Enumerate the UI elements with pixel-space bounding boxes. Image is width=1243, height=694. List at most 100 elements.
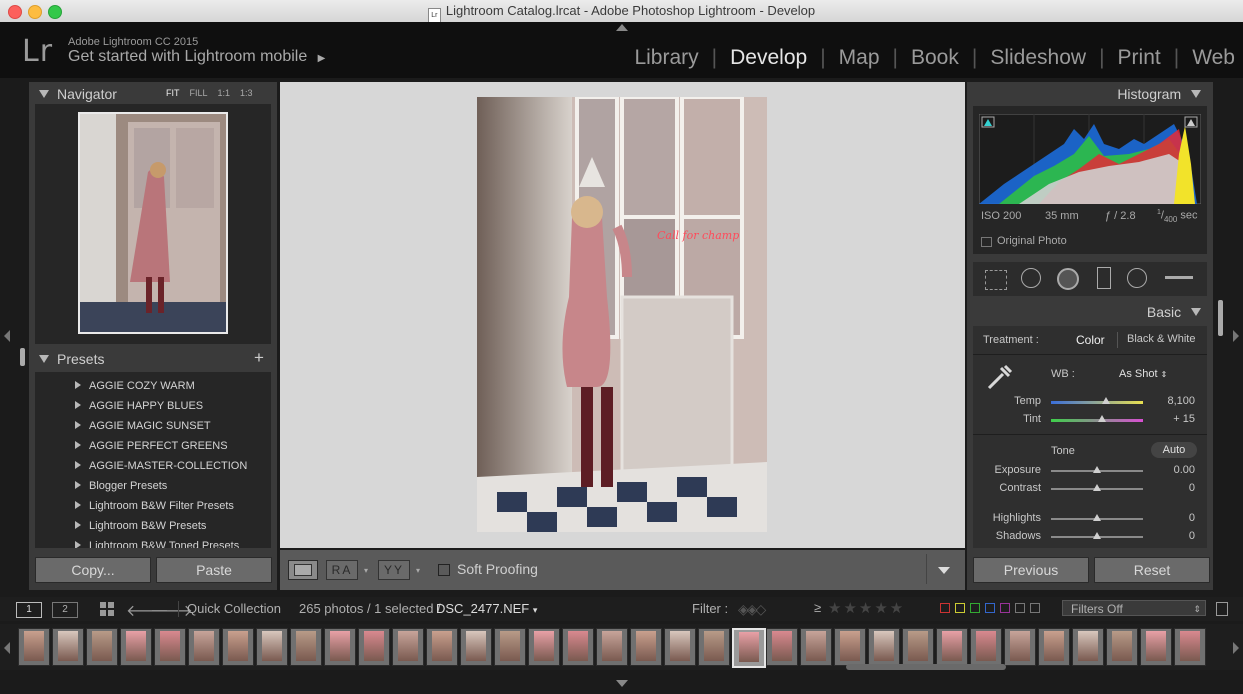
highlights-value[interactable]: 0: [1145, 512, 1195, 524]
filmstrip-thumbnail[interactable]: [528, 628, 560, 666]
histogram-header[interactable]: Histogram: [1117, 86, 1201, 102]
filmstrip-thumbnail[interactable]: [664, 628, 696, 666]
filmstrip-thumbnail[interactable]: [834, 628, 866, 666]
filmstrip-thumbnail[interactable]: [902, 628, 934, 666]
filmstrip-thumbnail[interactable]: [732, 628, 766, 668]
rating-operator[interactable]: ≥: [814, 600, 821, 615]
main-photo[interactable]: Call for champ: [477, 97, 767, 532]
filmstrip-thumbnail[interactable]: [324, 628, 356, 666]
original-photo-checkbox[interactable]: [981, 237, 992, 247]
tint-slider-thumb[interactable]: [1097, 415, 1106, 422]
preset-folder[interactable]: AGGIE-MASTER-COLLECTION: [35, 456, 271, 476]
exposure-slider[interactable]: [1051, 466, 1143, 473]
contrast-value[interactable]: 0: [1145, 482, 1195, 494]
contrast-slider-thumb[interactable]: [1093, 484, 1101, 491]
collapse-right-icon[interactable]: [1233, 642, 1239, 654]
preset-folder[interactable]: AGGIE COZY WARM: [35, 376, 271, 396]
toolbar-menu-button[interactable]: [926, 554, 961, 584]
preset-folder[interactable]: AGGIE PERFECT GREENS: [35, 436, 271, 456]
highlights-slider[interactable]: [1051, 514, 1143, 521]
filmstrip-thumbnail[interactable]: [698, 628, 730, 666]
tint-slider[interactable]: [1051, 415, 1143, 422]
radial-filter-icon[interactable]: [1127, 268, 1147, 288]
before-after-left-right-button[interactable]: RA: [326, 560, 358, 580]
source-label[interactable]: Quick Collection: [187, 601, 281, 616]
filmstrip-thumbnail[interactable]: [1174, 628, 1206, 666]
module-develop[interactable]: Develop: [717, 46, 820, 70]
secondary-window-button[interactable]: 2: [52, 602, 78, 618]
copy-button[interactable]: Copy...: [35, 557, 151, 583]
collapse-left-icon[interactable]: [4, 642, 10, 654]
preset-folder[interactable]: Blogger Presets: [35, 476, 271, 496]
shadows-slider-thumb[interactable]: [1093, 532, 1101, 539]
filmstrip-thumbnail[interactable]: [630, 628, 662, 666]
before-after-top-bottom-button[interactable]: YY: [378, 560, 410, 580]
spot-removal-icon[interactable]: [1021, 268, 1041, 288]
loupe-view-icon[interactable]: [288, 560, 318, 580]
reset-button[interactable]: Reset: [1094, 557, 1210, 583]
filmstrip-thumbnail[interactable]: [460, 628, 492, 666]
filmstrip-thumbnail[interactable]: [52, 628, 84, 666]
right-scrollbar[interactable]: [1218, 300, 1223, 336]
mobile-link[interactable]: Get started with Lightroom mobile ▶: [68, 48, 325, 66]
filmstrip-thumbnail[interactable]: [86, 628, 118, 666]
flag-filter-icons[interactable]: ◈◈◇: [738, 601, 766, 618]
add-preset-icon[interactable]: +: [254, 348, 264, 368]
highlights-slider-thumb[interactable]: [1093, 514, 1101, 521]
filmstrip-thumbnail[interactable]: [188, 628, 220, 666]
filter-preset-select[interactable]: Filters Off ⇕: [1062, 600, 1206, 616]
filmstrip-thumbnail[interactable]: [1106, 628, 1138, 666]
navigator-thumbnail[interactable]: [78, 112, 228, 334]
filmstrip-thumbnail[interactable]: [358, 628, 390, 666]
temp-value[interactable]: 8,100: [1145, 395, 1195, 407]
temp-slider[interactable]: [1051, 397, 1143, 404]
collapse-right-icon[interactable]: [1233, 330, 1239, 342]
treatment-color-option[interactable]: Color: [1076, 333, 1105, 347]
previous-button[interactable]: Previous: [973, 557, 1089, 583]
rating-stars-filter[interactable]: ★★★★★: [828, 599, 905, 617]
color-label-filter[interactable]: [940, 603, 1040, 613]
module-print[interactable]: Print: [1105, 46, 1174, 70]
module-library[interactable]: Library: [621, 46, 711, 70]
filmstrip-thumbnail[interactable]: [120, 628, 152, 666]
temp-slider-thumb[interactable]: [1102, 397, 1111, 404]
graduated-filter-icon[interactable]: [1097, 267, 1111, 289]
zoom-1-1[interactable]: 1:1: [218, 88, 231, 98]
wb-select[interactable]: As Shot ⇕: [1119, 368, 1167, 380]
filmstrip-thumbnail[interactable]: [1140, 628, 1172, 666]
presets-header[interactable]: Presets: [39, 351, 104, 367]
paste-button[interactable]: Paste: [156, 557, 272, 583]
crop-tool-icon[interactable]: [985, 270, 1007, 290]
shadows-value[interactable]: 0: [1145, 530, 1195, 542]
zoom-fit[interactable]: FIT: [166, 88, 180, 98]
main-window-button[interactable]: 1: [16, 602, 42, 618]
exposure-slider-thumb[interactable]: [1093, 466, 1101, 473]
grid-view-icon[interactable]: [100, 602, 114, 616]
navigator-header[interactable]: Navigator: [39, 86, 117, 102]
collapse-left-icon[interactable]: [4, 330, 10, 342]
histogram-graph[interactable]: [979, 114, 1201, 204]
zoom-1-3[interactable]: 1:3: [240, 88, 253, 98]
preset-folder[interactable]: AGGIE MAGIC SUNSET: [35, 416, 271, 436]
filmstrip-thumbnail[interactable]: [154, 628, 186, 666]
white-balance-eyedropper-icon[interactable]: [985, 362, 1015, 392]
filmstrip-thumbnail[interactable]: [868, 628, 900, 666]
filmstrip-thumbnail[interactable]: [18, 628, 50, 666]
filmstrip-thumbnail[interactable]: [256, 628, 288, 666]
preset-folder[interactable]: AGGIE HAPPY BLUES: [35, 396, 271, 416]
filmstrip-thumbnail[interactable]: [222, 628, 254, 666]
filmstrip-thumbnail[interactable]: [766, 628, 798, 666]
zoom-fill[interactable]: FILL: [190, 88, 208, 98]
filmstrip-thumbnail[interactable]: [494, 628, 526, 666]
filename-menu[interactable]: DSC_2477.NEF ▾: [436, 601, 537, 616]
contrast-slider[interactable]: [1051, 484, 1143, 491]
tint-value[interactable]: + 15: [1145, 413, 1195, 425]
collapse-bottom-icon[interactable]: [616, 680, 628, 687]
dropdown-caret-icon[interactable]: ▾: [416, 566, 420, 575]
soft-proofing-checkbox[interactable]: [438, 564, 450, 576]
shadows-slider[interactable]: [1051, 532, 1143, 539]
module-book[interactable]: Book: [898, 46, 972, 70]
module-web[interactable]: Web: [1179, 46, 1243, 70]
filmstrip-thumbnail[interactable]: [970, 628, 1002, 666]
module-slideshow[interactable]: Slideshow: [977, 46, 1099, 70]
